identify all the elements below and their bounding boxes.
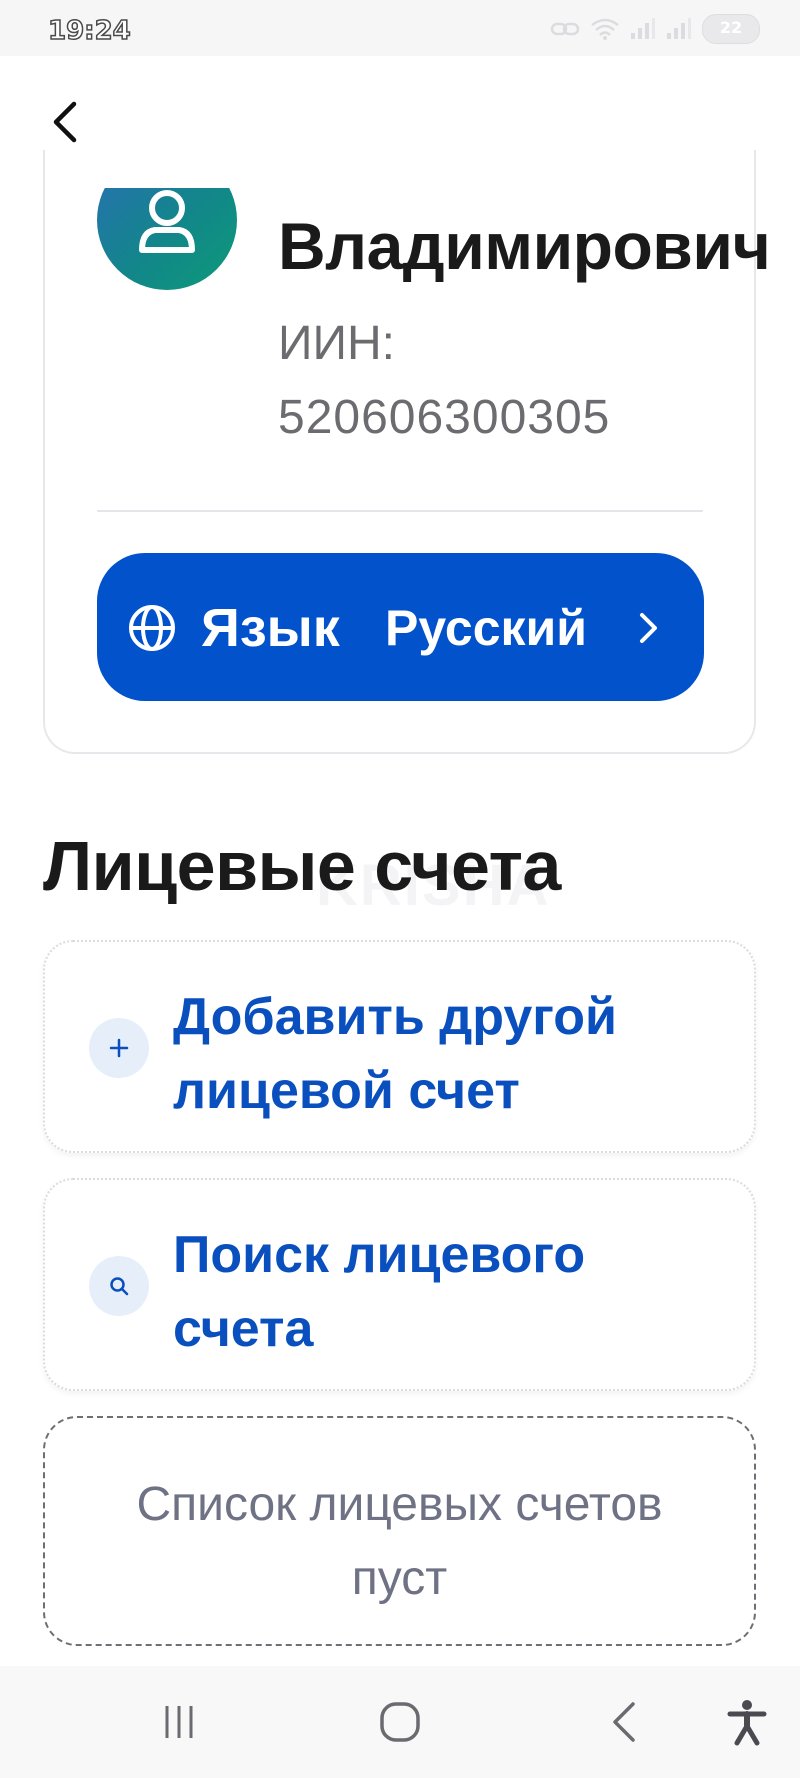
battery-level: 22 [719,18,743,37]
search-account-button[interactable]: Поиск лицевого счета [43,1178,756,1391]
language-value: Русский [385,600,588,656]
section-title: Лицевые счета [43,827,561,905]
status-icons: 22 [550,14,760,44]
status-bar: 19:24 22 [0,0,800,56]
system-back-button[interactable] [570,1666,680,1778]
scroll-clip [80,150,280,188]
signal-icon [631,18,655,39]
add-icon-circle [89,1018,149,1078]
screen: 19:24 22 Владимирович ИИН: 520606300305 … [0,0,800,1778]
plus-icon [109,1038,129,1058]
chevron-right-icon [640,613,657,643]
recent-apps-button[interactable] [125,1666,235,1778]
user-name: Владимирович [278,209,771,283]
status-time: 19:24 [47,15,131,47]
accessibility-button[interactable] [697,1666,797,1778]
system-nav-bar [0,1666,800,1778]
back-icon [613,1702,635,1742]
accessibility-icon [727,1700,767,1746]
profile-divider [97,510,703,512]
home-button[interactable] [345,1666,455,1778]
search-icon-circle [89,1256,149,1316]
link-icon [550,22,580,36]
globe-icon [129,605,175,651]
signal-icon-2 [667,18,691,39]
add-account-label: Добавить другой лицевой счет [173,988,618,1120]
wifi-icon [591,18,619,40]
back-button[interactable] [44,96,88,148]
recent-apps-icon [165,1706,193,1738]
iin-value: 520606300305 [278,391,611,444]
chevron-left-icon [53,101,77,143]
language-label: Язык [201,598,340,658]
iin-label: ИИН: [278,317,395,370]
empty-accounts-box: Список лицевых счетов пуст [43,1416,756,1646]
battery-icon: 22 [702,14,760,44]
search-icon [110,1277,129,1296]
home-icon [380,1702,420,1742]
language-button[interactable]: Язык Русский [97,553,704,701]
empty-accounts-text: Список лицевых счетов пуст [136,1478,663,1605]
add-account-button[interactable]: Добавить другой лицевой счет [43,940,756,1153]
search-account-label: Поиск лицевого счета [173,1226,586,1358]
